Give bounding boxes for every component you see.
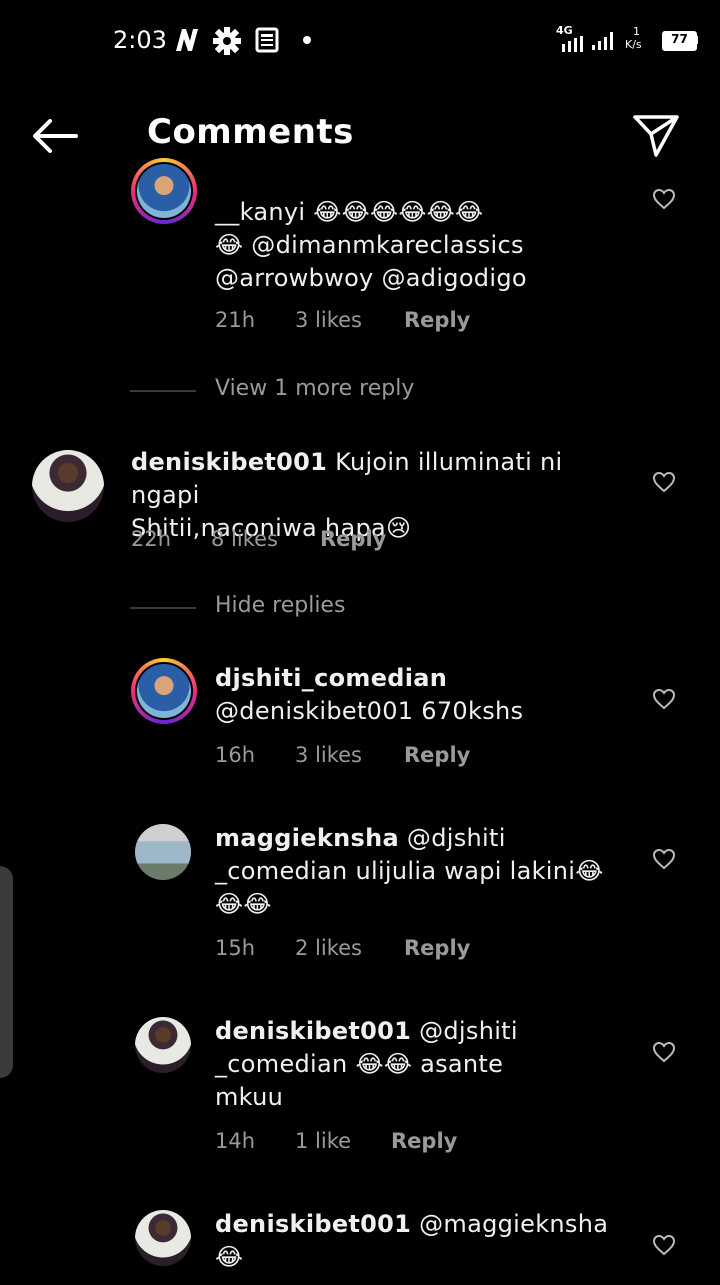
comment-line: 😂 @dimanmkareclassics [215, 231, 524, 259]
comment-line: @arrowbwoy @adigodigo [215, 264, 527, 292]
comment-body: @djshiti [411, 1017, 518, 1045]
netflix-notification-icon [176, 29, 198, 51]
comment-time: 15h [215, 936, 256, 960]
like-heart-icon[interactable] [652, 471, 676, 493]
comment-text: deniskibet001 @djshiti _comedian 😂😂 asan… [215, 1015, 635, 1114]
comment-line: 😂😂 [215, 890, 272, 918]
comment-time: 16h [215, 743, 256, 767]
comment-username[interactable]: deniskibet001 [131, 448, 327, 476]
comment-username[interactable]: deniskibet001 [215, 1210, 411, 1238]
reply-button[interactable]: Reply [404, 308, 470, 332]
comment-item: maggieknsha @djshiti _comedian ulijulia … [0, 822, 720, 962]
comment-likes[interactable]: 3 likes [295, 743, 362, 767]
avatar [137, 664, 191, 718]
comment-text: djshiti_comedian @deniskibet001 670kshs [215, 662, 523, 728]
signal-strength-icon [562, 36, 583, 52]
comment-line: _comedian ulijulia wapi lakini😂 [215, 857, 604, 885]
comment-time: 21h [215, 308, 256, 332]
reply-button[interactable]: Reply [404, 743, 470, 767]
divider-line [130, 607, 196, 609]
status-bar: 2:03 4G 1 K/s 77 [0, 0, 720, 80]
comment-line: __kanyi 😂😂😂😂😂😂 [215, 198, 484, 226]
avatar[interactable] [135, 1210, 191, 1266]
avatar[interactable] [32, 450, 104, 522]
view-more-replies-label[interactable]: View 1 more reply [215, 376, 414, 401]
comment-item: deniskibet001 @maggieknsha 😂 [0, 1208, 720, 1285]
avatar[interactable] [135, 1017, 191, 1073]
network-speed-value: 1 [633, 25, 640, 38]
comment-text: deniskibet001 @maggieknsha 😂 [215, 1208, 635, 1274]
battery-tip [695, 36, 698, 44]
hide-replies-label[interactable]: Hide replies [215, 593, 345, 618]
news-notification-icon [255, 27, 279, 53]
settings-gear-icon [213, 27, 241, 55]
comment-text: __kanyi 😂😂😂😂😂😂 😂 @dimanmkareclassics @ar… [215, 196, 527, 295]
comment-username[interactable]: maggieknsha [215, 824, 399, 852]
divider-line [130, 390, 196, 392]
network-speed-unit: K/s [625, 38, 642, 51]
comment-line: 😂 [215, 1243, 244, 1271]
comment-likes[interactable]: 1 like [295, 1129, 351, 1153]
avatar-story-ring[interactable] [131, 658, 197, 724]
page-title: Comments [147, 112, 354, 152]
view-more-replies[interactable]: View 1 more reply [0, 376, 720, 406]
comment-username[interactable]: djshiti_comedian [215, 662, 523, 695]
comment-likes[interactable]: 8 likes [211, 527, 278, 551]
hide-replies[interactable]: Hide replies [0, 593, 720, 623]
comment-likes[interactable]: 2 likes [295, 936, 362, 960]
comment-body: @maggieknsha [411, 1210, 609, 1238]
comment-line: @deniskibet001 670kshs [215, 697, 524, 725]
comment-time: 14h [215, 1129, 256, 1153]
comment-line: mkuu [215, 1083, 284, 1111]
comment-body: @djshiti [398, 824, 506, 852]
like-heart-icon[interactable] [652, 688, 676, 710]
more-notifications-dot-icon [303, 36, 311, 44]
comment-username[interactable]: deniskibet001 [215, 1017, 411, 1045]
like-heart-icon[interactable] [652, 1041, 676, 1063]
comment-likes[interactable]: 3 likes [295, 308, 362, 332]
edge-panel-handle[interactable] [0, 866, 13, 1078]
reply-button[interactable]: Reply [391, 1129, 457, 1153]
avatar-story-ring[interactable] [131, 158, 197, 224]
reply-button[interactable]: Reply [404, 936, 470, 960]
comment-text: maggieknsha @djshiti _comedian ulijulia … [215, 822, 635, 921]
signal-strength-2-icon [592, 32, 613, 50]
like-heart-icon[interactable] [652, 848, 676, 870]
reply-button[interactable]: Reply [320, 527, 386, 551]
like-heart-icon[interactable] [652, 1234, 676, 1256]
share-direct-icon[interactable] [632, 113, 680, 159]
comment-item: djshiti_comedian @deniskibet001 670kshs … [0, 658, 720, 782]
comment-line: _comedian 😂😂 asante [215, 1050, 504, 1078]
battery-icon: 77 [662, 31, 697, 51]
status-time: 2:03 [113, 26, 167, 54]
avatar [137, 164, 191, 218]
comment-time: 22h [131, 527, 172, 551]
comment-item: deniskibet001 @djshiti _comedian 😂😂 asan… [0, 1015, 720, 1155]
back-arrow-icon[interactable] [30, 116, 80, 156]
like-heart-icon[interactable] [652, 188, 676, 210]
avatar[interactable] [135, 824, 191, 880]
comment-item: __kanyi 😂😂😂😂😂😂 😂 @dimanmkareclassics @ar… [0, 158, 720, 350]
comments-header [0, 96, 720, 176]
comment-item: deniskibet001 Kujoin illuminati ni ngapi… [0, 446, 720, 566]
battery-level: 77 [671, 32, 688, 46]
